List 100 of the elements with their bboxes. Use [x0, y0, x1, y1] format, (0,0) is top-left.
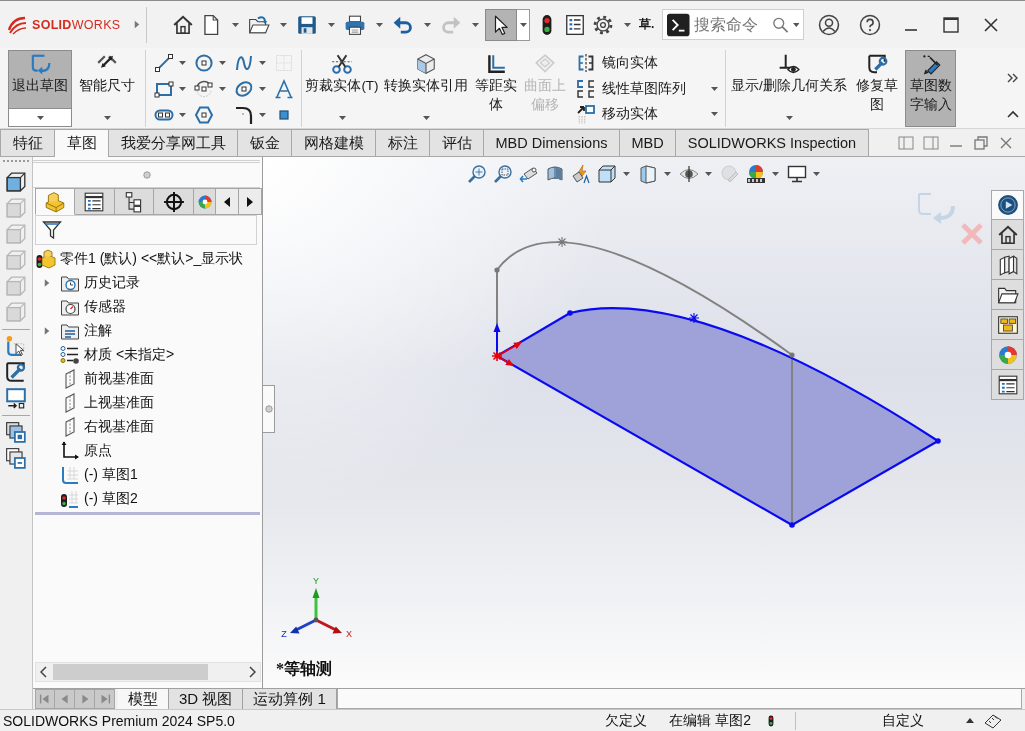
caret-icon[interactable] — [279, 22, 287, 27]
tree-item[interactable]: 右视基准面 — [33, 415, 154, 439]
lightning-icon[interactable] — [571, 164, 591, 184]
tree-item[interactable]: 历史记录 — [33, 271, 140, 295]
caret-icon[interactable] — [338, 115, 346, 120]
curved-panel-icon[interactable] — [545, 164, 565, 184]
dropdown-button[interactable] — [8, 109, 72, 127]
arc-icon[interactable] — [194, 79, 214, 99]
restore-icon[interactable] — [972, 133, 990, 152]
caret-icon[interactable] — [623, 172, 630, 176]
toolbar-button[interactable] — [485, 8, 517, 41]
tab[interactable]: 3D 视图 — [169, 689, 244, 709]
tab[interactable]: 我爱分享网工具 — [109, 129, 238, 156]
caret-icon[interactable] — [664, 172, 671, 176]
ribbon-button[interactable]: 修复草图 — [853, 50, 900, 127]
caret-icon[interactable] — [711, 112, 718, 117]
right-chevron-icon[interactable] — [249, 666, 256, 678]
scroll-button[interactable] — [216, 188, 240, 215]
tree-item[interactable]: 注解 — [33, 319, 112, 343]
task-pane-tab[interactable] — [991, 190, 1024, 220]
scrollbar-thumb[interactable] — [53, 664, 208, 680]
caret-icon[interactable] — [813, 172, 820, 176]
tab[interactable]: SOLIDWORKS Inspection — [676, 129, 869, 156]
color-wheel-icon[interactable] — [746, 164, 766, 184]
ribbon-button[interactable]: 显示/删除几何关系 — [730, 50, 848, 109]
tree-item[interactable]: 原点 — [33, 439, 112, 463]
caret-up-icon[interactable] — [966, 718, 974, 723]
caret-icon[interactable] — [327, 22, 335, 27]
cube-icon[interactable] — [597, 164, 617, 184]
sketch-wrench-icon[interactable] — [5, 361, 27, 383]
search-field[interactable]: 搜索命令 — [662, 9, 805, 40]
box-icon[interactable] — [638, 164, 658, 184]
caret-icon[interactable] — [792, 22, 800, 27]
sketch-pointer-icon[interactable] — [5, 335, 27, 357]
tree-item[interactable]: 材质 <未指定> — [33, 343, 175, 367]
left-chevron-icon[interactable] — [40, 666, 47, 678]
stacked-squares-icon[interactable] — [5, 447, 27, 469]
caret-icon[interactable] — [705, 172, 712, 176]
camera-arrow-icon[interactable] — [519, 164, 539, 184]
tab[interactable]: 钣金 — [238, 129, 292, 156]
grip-dot-icon[interactable] — [142, 171, 151, 179]
hexagon-icon[interactable] — [194, 105, 214, 125]
ribbon-button[interactable]: 镜向实体 — [576, 50, 722, 76]
fillet-icon[interactable] — [234, 105, 254, 125]
tree-item[interactable]: 零件1 (默认) <<默认>_显示状 — [33, 247, 244, 271]
units-menu[interactable]: 自定义 — [882, 711, 924, 730]
expand-arrow-icon[interactable] — [44, 279, 50, 287]
stacked-squares-icon[interactable] — [5, 421, 27, 443]
circle-icon[interactable] — [194, 53, 214, 73]
rectangle-icon[interactable] — [154, 79, 174, 99]
text-tool-icon[interactable] — [274, 79, 294, 99]
caret-icon[interactable] — [623, 22, 631, 27]
caret-icon[interactable] — [179, 113, 186, 117]
user-icon[interactable] — [818, 13, 841, 36]
tab[interactable]: 特征 — [0, 129, 55, 156]
tab[interactable]: 标注 — [376, 129, 430, 156]
monitor-icon[interactable] — [787, 164, 807, 184]
spline-icon[interactable] — [234, 53, 254, 73]
tab[interactable]: 模型 — [118, 689, 169, 709]
tree-item[interactable]: (-) 草图2 — [33, 487, 138, 511]
panel-tab[interactable] — [74, 188, 115, 215]
caret-icon[interactable] — [219, 61, 226, 65]
tab[interactable]: 网格建模 — [292, 129, 376, 156]
caret-icon[interactable] — [259, 87, 266, 91]
panel-tab[interactable] — [114, 188, 155, 215]
chevron-up-icon[interactable] — [1006, 110, 1019, 119]
scroll-button[interactable] — [239, 188, 263, 215]
cube-icon[interactable] — [5, 171, 27, 193]
horizontal-scrollbar[interactable] — [35, 662, 261, 682]
caret-icon[interactable] — [231, 22, 239, 27]
ribbon-button[interactable]: 剪裁实体(T) — [306, 50, 378, 109]
caret-icon[interactable] — [772, 172, 779, 176]
ribbon-button[interactable]: 退出草图 — [8, 50, 72, 109]
monitor-arrow-icon[interactable] — [5, 387, 27, 409]
tree-item[interactable]: 前视基准面 — [33, 367, 154, 391]
ellipse-icon[interactable] — [234, 79, 254, 99]
chevron-right-icon[interactable] — [1006, 72, 1019, 84]
ribbon-button[interactable]: 移动实体 — [576, 101, 722, 127]
line-icon[interactable] — [154, 53, 174, 73]
caret-icon[interactable] — [219, 87, 226, 91]
task-pane-tab[interactable] — [991, 250, 1024, 280]
eye-icon[interactable] — [679, 164, 699, 184]
tree-item[interactable]: 上视基准面 — [33, 391, 154, 415]
panel-handle[interactable] — [263, 385, 275, 433]
tab[interactable]: 草图 — [55, 129, 109, 157]
caret-icon[interactable] — [179, 87, 186, 91]
ribbon-button[interactable]: 智能尺寸 — [77, 50, 137, 109]
tab[interactable]: 运动算例 1 — [243, 689, 337, 709]
tree-item[interactable]: (-) 草图1 — [33, 463, 138, 487]
caret-icon[interactable] — [36, 115, 44, 120]
caret-icon[interactable] — [785, 115, 793, 120]
dropdown-button[interactable] — [517, 8, 530, 41]
ribbon-button[interactable]: 草图数字输入 — [905, 50, 956, 127]
task-pane-tab[interactable] — [991, 280, 1024, 310]
caret-icon[interactable] — [519, 22, 527, 27]
magnifier-icon[interactable] — [467, 164, 487, 184]
tab[interactable]: MBD Dimensions — [484, 129, 620, 156]
filter-field[interactable] — [35, 215, 257, 245]
task-pane-tab[interactable] — [991, 310, 1024, 340]
caret-icon[interactable] — [423, 22, 431, 27]
